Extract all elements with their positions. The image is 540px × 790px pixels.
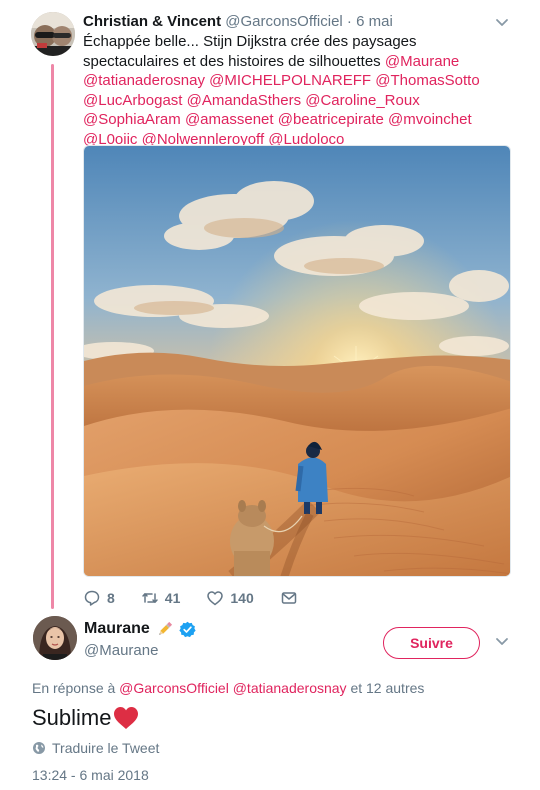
mention-link[interactable]: @amassenet xyxy=(185,111,274,128)
tweet-photo[interactable] xyxy=(83,145,511,577)
author-handle[interactable]: @Maurane xyxy=(84,641,158,661)
chevron-down-icon[interactable] xyxy=(494,14,510,30)
tweet-actions: 8 41 140 xyxy=(83,587,324,609)
globe-icon xyxy=(33,742,45,754)
separator: · xyxy=(342,13,357,30)
avatar[interactable] xyxy=(31,12,75,56)
avatar-image xyxy=(31,12,75,56)
author-name[interactable]: Maurane xyxy=(84,619,150,639)
reply-context-suffix[interactable]: et 12 autres xyxy=(347,680,424,696)
mention-link[interactable]: @mvoinchet xyxy=(388,111,472,128)
author-handle[interactable]: @GarconsOfficiel xyxy=(225,13,343,30)
reply-icon xyxy=(84,590,100,606)
desert-photo-image xyxy=(84,146,510,576)
mention-link[interactable]: @ThomasSotto xyxy=(375,72,479,89)
follow-button[interactable]: Suivre xyxy=(383,627,480,659)
reply-author: Maurane xyxy=(84,619,196,639)
tweet-text-line1: Échappée belle... Stijn Dijkstra crée de… xyxy=(83,33,417,50)
reply-count: 8 xyxy=(107,590,115,606)
mention-link[interactable]: @tatianaderosnay xyxy=(233,680,347,696)
tweet-text: Échappée belle... Stijn Dijkstra crée de… xyxy=(83,32,503,149)
translate-link[interactable]: Traduire le Tweet xyxy=(32,739,159,757)
chevron-down-icon[interactable] xyxy=(494,633,510,649)
tweet-text-line2: spectaculaires et des histoires de silho… xyxy=(83,52,385,70)
reply-text: Sublime xyxy=(32,704,140,732)
mention-link[interactable]: @MICHELPOLNAREFF xyxy=(209,72,371,89)
mention-link[interactable]: @SophiaAram xyxy=(83,111,181,128)
retweet-count: 41 xyxy=(164,590,181,606)
tweet-timestamp[interactable]: 13:24 - 6 mai 2018 xyxy=(32,766,149,784)
red-heart-emoji-icon xyxy=(114,707,139,729)
mention-link[interactable]: @GarconsOfficiel xyxy=(119,680,229,696)
tweet-date[interactable]: 6 mai xyxy=(356,13,393,30)
thread-connector-line xyxy=(51,64,54,609)
reply-button[interactable]: 8 xyxy=(83,589,115,607)
reply-text-body: Sublime xyxy=(32,705,112,730)
avatar-image xyxy=(33,616,77,660)
reply-context-prefix: En réponse à xyxy=(32,680,120,696)
mention-link[interactable]: @LucArbogast xyxy=(83,92,182,109)
like-count: 140 xyxy=(230,590,254,606)
heart-outline-icon xyxy=(207,591,224,606)
avatar[interactable] xyxy=(33,616,77,660)
reply-context: En réponse à @GarconsOfficiel @tatianade… xyxy=(32,679,424,697)
translate-label: Traduire le Tweet xyxy=(52,740,160,756)
retweet-icon xyxy=(142,593,158,603)
like-button[interactable]: 140 xyxy=(206,589,254,607)
retweet-button[interactable]: 41 xyxy=(141,589,181,607)
tweet-header: Christian & Vincent @GarconsOfficiel · 6… xyxy=(83,12,393,32)
direct-message-button[interactable] xyxy=(280,589,298,607)
verified-badge-icon xyxy=(179,621,196,637)
mention-link[interactable]: @Caroline_Roux xyxy=(305,92,419,109)
mention-link[interactable]: @beatricepirate xyxy=(278,111,384,128)
author-name[interactable]: Christian & Vincent xyxy=(83,13,221,30)
mention-link[interactable]: @tatianaderosnay xyxy=(83,72,205,89)
envelope-icon xyxy=(281,592,296,604)
mention-link[interactable]: @AmandaSthers xyxy=(187,92,301,109)
mention-link[interactable]: @Maurane xyxy=(385,53,459,70)
pencil-emoji-icon xyxy=(159,621,172,635)
